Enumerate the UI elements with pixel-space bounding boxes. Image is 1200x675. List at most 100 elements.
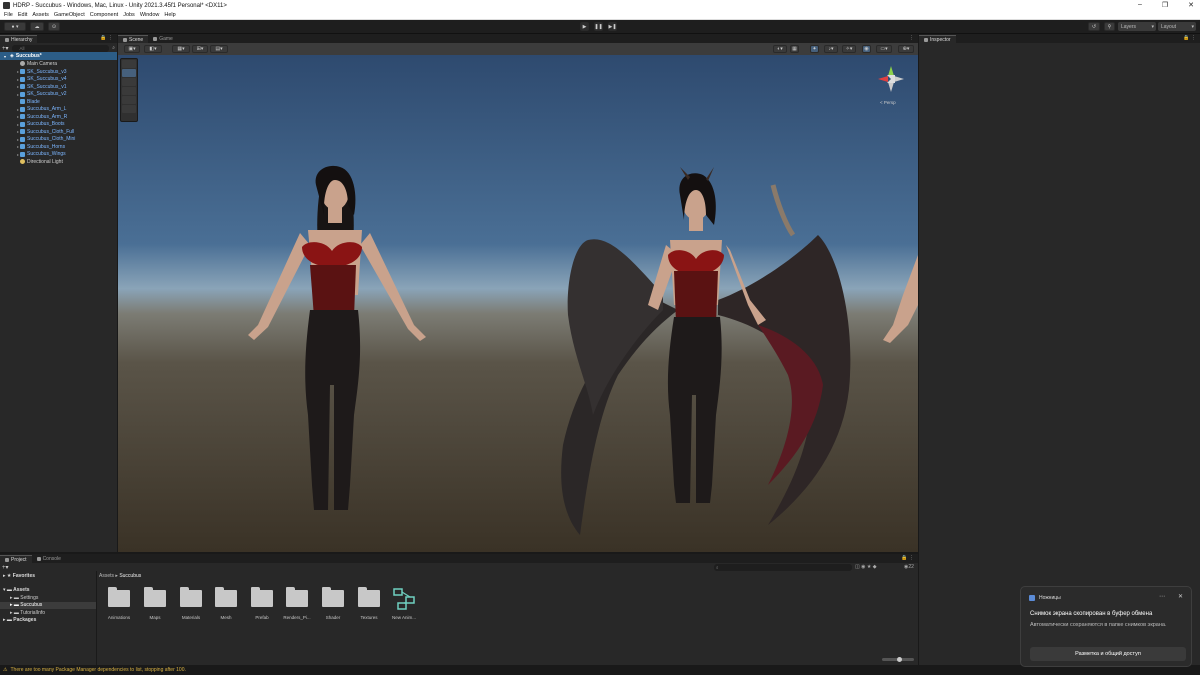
tab-project[interactable]: Project bbox=[0, 555, 32, 563]
layers-dropdown[interactable]: Layers ▾ bbox=[1118, 22, 1156, 31]
layout-dropdown[interactable]: Layout ▾ bbox=[1158, 22, 1196, 31]
snipping-notification[interactable]: Ножницы ⋯ ✕ Снимок экрана скопирован в б… bbox=[1020, 586, 1192, 667]
menu-component[interactable]: Component bbox=[90, 12, 118, 18]
expand-arrow-icon[interactable]: ▸ bbox=[17, 92, 19, 97]
tab-console[interactable]: Console bbox=[31, 555, 66, 563]
hierarchy-item[interactable]: Directional Light bbox=[20, 158, 63, 166]
expand-arrow-icon[interactable]: ▸ bbox=[17, 122, 19, 127]
orientation-button[interactable]: ◐▾ bbox=[773, 45, 787, 53]
breadcrumb-assets[interactable]: Assets bbox=[99, 573, 114, 579]
hierarchy-item[interactable]: ▸ Succubus_Arm_R bbox=[17, 113, 67, 121]
folder-item[interactable]: Prefab bbox=[244, 587, 280, 620]
lock-icon[interactable]: 🔒 ⋮ bbox=[1183, 35, 1196, 41]
close-icon[interactable]: ✕ bbox=[1178, 593, 1183, 600]
orientation-gizmo[interactable]: < Persp bbox=[870, 62, 912, 108]
hierarchy-item[interactable]: ▸ Succubus_Arm_L bbox=[17, 106, 66, 114]
draw-mode-button[interactable]: ◧▾ bbox=[144, 45, 162, 53]
scale-tool-icon[interactable] bbox=[122, 87, 136, 95]
hierarchy-item[interactable]: ▸ SK_Succubus_v4 bbox=[17, 76, 66, 84]
menu-window[interactable]: Window bbox=[140, 12, 160, 18]
markup-share-button[interactable]: Разметка и общий доступ bbox=[1030, 647, 1186, 661]
expand-arrow-icon[interactable]: ▸ bbox=[17, 137, 19, 142]
lock-icon[interactable]: 🔒 ⋮ bbox=[901, 555, 914, 561]
lock-icon[interactable]: 🔒 ⋮ bbox=[100, 35, 113, 41]
assets-node[interactable]: ▾ ▬ Assets bbox=[3, 587, 30, 593]
effects-toggle-icon[interactable]: ✧▾ bbox=[842, 45, 856, 53]
rect-tool-icon[interactable] bbox=[122, 96, 136, 104]
tab-game[interactable]: Game bbox=[148, 35, 178, 43]
more-icon[interactable]: ⋮ bbox=[909, 35, 914, 41]
gizmos-button[interactable]: ⊕▾ bbox=[898, 45, 914, 53]
search-icon[interactable]: ⚲ bbox=[1104, 22, 1115, 31]
expand-arrow-icon[interactable]: ▸ bbox=[17, 84, 19, 89]
tree-item-succubus[interactable]: ▸ ▬ Succubus bbox=[10, 602, 42, 608]
status-message[interactable]: There are too many Package Manager depen… bbox=[10, 667, 185, 673]
hierarchy-item[interactable]: ▸ SK_Succubus_v2 bbox=[17, 91, 66, 99]
history-icon[interactable]: ↺ bbox=[1088, 22, 1100, 31]
camera-settings-button[interactable]: ▭▾ bbox=[876, 45, 892, 53]
hierarchy-item[interactable]: ▸ SK_Succubus_v3 bbox=[17, 68, 66, 76]
animator-item[interactable]: New Anim... bbox=[386, 588, 422, 620]
pause-button[interactable]: ❚❚ bbox=[594, 22, 603, 31]
expand-arrow-icon[interactable]: ▸ bbox=[17, 114, 19, 119]
minimize-icon[interactable]: – bbox=[1138, 1, 1142, 9]
filter-icon[interactable]: ⌕ bbox=[112, 45, 115, 51]
2d-toggle[interactable]: ▦ bbox=[790, 45, 799, 53]
maximize-icon[interactable]: ❐ bbox=[1162, 1, 1168, 9]
menu-assets[interactable]: Assets bbox=[32, 12, 49, 18]
transform-tool-icon[interactable] bbox=[122, 105, 136, 113]
scene-viewport[interactable] bbox=[118, 55, 918, 552]
menu-gameobject[interactable]: GameObject bbox=[54, 12, 85, 18]
hierarchy-item[interactable]: ▸ SK_Succubus_v1 bbox=[17, 83, 66, 91]
folder-item[interactable]: Maps bbox=[137, 587, 173, 620]
rotate-tool-icon[interactable] bbox=[122, 78, 136, 86]
hierarchy-item[interactable]: ▸ Succubus_Horns bbox=[17, 143, 65, 151]
snap-button[interactable]: ⊞▾ bbox=[192, 45, 208, 53]
folder-item[interactable]: Renders_Pi... bbox=[279, 587, 315, 620]
zoom-slider[interactable] bbox=[882, 656, 914, 662]
expand-arrow-icon[interactable]: ▸ bbox=[17, 144, 19, 149]
folder-item[interactable]: Materials bbox=[173, 587, 209, 620]
tab-hierarchy[interactable]: Hierarchy bbox=[0, 35, 38, 43]
folder-item[interactable]: Animations bbox=[101, 587, 137, 620]
project-search-input[interactable]: ⌕ bbox=[714, 563, 852, 571]
expand-arrow-icon[interactable]: ▸ bbox=[17, 107, 19, 112]
menu-edit[interactable]: Edit bbox=[18, 12, 27, 18]
expand-arrow-icon[interactable]: ▸ bbox=[17, 152, 19, 157]
menu-file[interactable]: File bbox=[4, 12, 13, 18]
folder-item[interactable]: Shader bbox=[315, 587, 351, 620]
zoom-slider-handle[interactable] bbox=[897, 656, 902, 662]
tab-scene[interactable]: Scene bbox=[118, 35, 149, 43]
hierarchy-item[interactable]: Blade bbox=[20, 98, 40, 106]
perspective-label[interactable]: < Persp bbox=[880, 100, 896, 105]
expand-arrow-icon[interactable]: ▸ bbox=[17, 129, 19, 134]
expand-arrow-icon[interactable]: ▸ bbox=[17, 77, 19, 82]
hierarchy-item[interactable]: Main Camera bbox=[20, 60, 57, 68]
hand-tool-icon[interactable] bbox=[122, 60, 136, 68]
shading-mode-button[interactable]: ▣▾ bbox=[124, 45, 140, 53]
scene-row[interactable]: ▾ ◈ Succubus* bbox=[0, 52, 117, 60]
packages-node[interactable]: ▸ ▬ Packages bbox=[3, 617, 36, 623]
lighting-toggle-icon[interactable]: ✦ bbox=[810, 45, 819, 53]
play-button[interactable]: ▶ bbox=[580, 22, 589, 31]
tab-inspector[interactable]: Inspector bbox=[919, 35, 956, 43]
menu-help[interactable]: Help bbox=[164, 12, 175, 18]
more-icon[interactable]: ⋯ bbox=[1159, 593, 1165, 600]
expand-arrow-icon[interactable]: ▸ bbox=[17, 69, 19, 74]
tree-item-settings[interactable]: ▸ ▬ Settings bbox=[10, 595, 38, 601]
expand-arrow-icon[interactable]: ▾ bbox=[4, 54, 6, 59]
cloud-icon[interactable]: ☁ bbox=[30, 22, 44, 31]
hierarchy-search-input[interactable]: All bbox=[11, 44, 110, 52]
increment-snap-button[interactable]: ▤▾ bbox=[210, 45, 228, 53]
hierarchy-item[interactable]: ▸ Succubus_Wings bbox=[17, 151, 66, 159]
add-icon[interactable]: +▾ bbox=[2, 564, 9, 571]
filter-by-type-icon[interactable]: ◫ ◉ ★ ◆ bbox=[855, 564, 877, 570]
tree-item-tutorialinfo[interactable]: ▸ ▬ TutorialInfo bbox=[10, 610, 45, 616]
move-tool-icon[interactable] bbox=[122, 69, 136, 77]
step-button[interactable]: ▶❚ bbox=[608, 22, 617, 31]
hierarchy-item[interactable]: ▸ Succubus_Boots bbox=[17, 121, 65, 129]
add-icon[interactable]: +▾ bbox=[2, 45, 9, 52]
folder-item[interactable]: Mesh bbox=[208, 587, 244, 620]
hidden-toggle-icon[interactable]: ◉ bbox=[862, 45, 871, 53]
collab-icon[interactable]: ⊙ bbox=[48, 22, 60, 31]
